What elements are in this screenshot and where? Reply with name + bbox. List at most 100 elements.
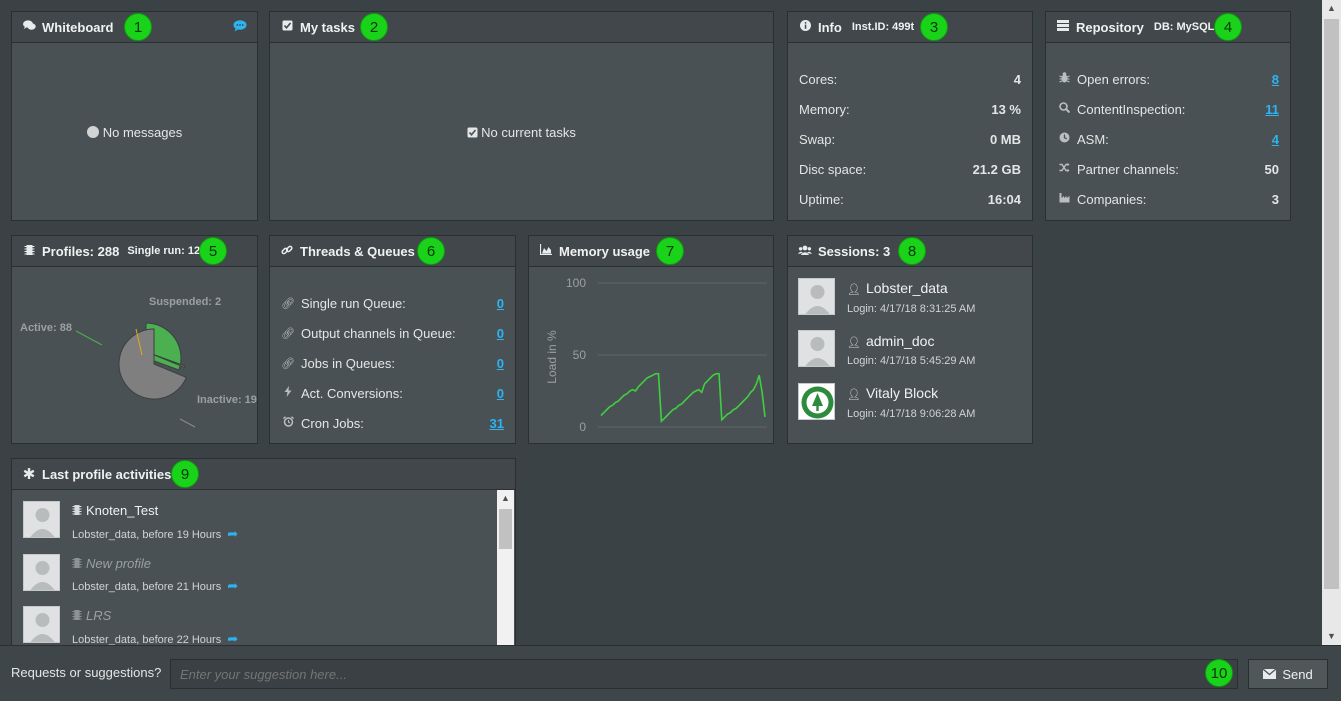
single-run-queue-link[interactable]: 0 [497,296,504,311]
industry-icon [1057,192,1071,206]
alarm-icon [281,416,295,430]
send-label: Send [1282,666,1313,682]
session-user-name: Vitaly Block [865,385,939,401]
checkbox-icon [280,20,294,34]
session-user: 👤︎ Vitaly Block [847,385,938,401]
memory-header: Memory usage [529,236,773,267]
session-user-name: admin_doc [865,333,935,349]
tasks-header: My tasks [270,12,773,43]
info-row-swap: Swap: 0 MB [799,124,1021,154]
memory-title: Memory usage [559,243,651,259]
new-message-icon[interactable] [233,19,247,35]
row-value: 4 [1013,71,1021,87]
users-icon [798,245,812,258]
marker-badge-3: 3 [920,13,948,41]
pie-slice-label: Suspended: 2 [149,296,221,308]
asterisk-icon: ✱ [22,466,36,483]
area-chart-icon [539,244,553,258]
memory-y-axis-label: Load in % [545,330,559,384]
memory-y-tick-label: 100 [566,276,586,290]
repository-title: Repository [1076,19,1144,35]
pie-leader-line [179,418,196,428]
activity-title: LRS [86,608,112,623]
row-label: Swap: [799,131,836,147]
row-label: Disc space: [799,161,867,177]
info-instance-id: Inst.ID: 499t [851,21,915,33]
send-button[interactable]: Send [1248,659,1328,689]
threads-row-jobs: 🔗︎ Jobs in Queues: 0 [281,348,504,378]
bolt-icon [281,386,295,400]
activity-item[interactable]: LRS [72,608,111,624]
activity-meta: Lobster_data, before 21 Hours ➦ [72,578,238,594]
activities-header: ✱ Last profile activities [12,459,515,490]
avatar [798,278,835,315]
chip-icon [22,244,36,259]
row-label: Uptime: [799,191,844,207]
repo-row-content-inspection: ContentInspection: 11 [1057,94,1279,124]
memory-y-tick-label: 50 [573,348,587,362]
link-icon: 🔗︎ [281,327,295,340]
row-label: Cron Jobs: [301,415,364,431]
repository-panel: Repository DB: MySQL Open errors: 8 Conte… [1045,11,1291,221]
link-icon: 🔗︎ [281,297,295,310]
activities-title: Last profile activities [42,466,172,482]
cron-jobs-link[interactable]: 31 [490,416,504,431]
tasks-empty: No current tasks [270,125,773,141]
profiles-single-run: Single run: 12 [127,245,201,257]
row-value: 0 MB [989,131,1021,147]
scroll-down-arrow[interactable]: ▼ [1322,628,1341,645]
activity-item[interactable]: New profile [72,556,151,572]
comments-icon [22,20,36,34]
whiteboard-empty-text: No messages [102,125,183,140]
info-row-disc-space: Disc space: 21.2 GB [799,154,1021,184]
threads-panel: Threads & Queues 🔗︎ Single run Queue: 0 🔗︎… [269,235,516,444]
row-label: Memory: [799,101,850,117]
share-icon[interactable]: ➦ [227,578,238,593]
profiles-title: Profiles: 288 [42,243,120,259]
marker-badge-8: 8 [898,237,926,265]
marker-badge-1: 1 [124,13,152,41]
share-icon[interactable]: ➦ [227,631,238,646]
avatar [23,554,60,591]
profiles-panel: Profiles: 288 Single run: 12 Active: 88 S… [11,235,258,444]
session-login-time: Login: 4/17/18 8:31:25 AM [847,303,976,315]
activity-title: Knoten_Test [86,503,159,518]
marker-badge-9: 9 [171,460,199,488]
row-value: 50 [1264,161,1279,177]
info-row-memory: Memory: 13 % [799,94,1021,124]
session-user: 👤︎ admin_doc [847,333,934,349]
repository-header: Repository DB: MySQL [1046,12,1290,43]
session-login-time: Login: 4/17/18 5:45:29 AM [847,355,976,367]
sessions-title: Sessions: 3 [818,243,891,259]
session-user: 👤︎ Lobster_data [847,280,948,296]
activity-item[interactable]: Knoten_Test [72,503,158,519]
act-conversions-link[interactable]: 0 [497,386,504,401]
open-errors-link[interactable]: 8 [1272,72,1279,87]
bug-icon [1057,72,1071,86]
scroll-up-arrow[interactable]: ▲ [1322,0,1341,17]
share-icon[interactable]: ➦ [227,526,238,541]
row-label: ContentInspection: [1077,101,1186,117]
scroll-up-arrow[interactable]: ▲ [497,490,514,507]
activities-list: Knoten_Test Lobster_data, before 19 Hour… [12,490,497,647]
scroll-thumb[interactable] [1324,19,1339,589]
jobs-in-queues-link[interactable]: 0 [497,356,504,371]
marker-badge-6: 6 [417,237,445,265]
user-icon: 👤︎ [847,389,861,401]
pie-slice-label: Inactive: 198 [197,394,257,406]
row-label: Open errors: [1077,71,1150,87]
page-scrollbar[interactable]: ▲ ▼ [1322,0,1341,645]
output-channels-link[interactable]: 0 [497,326,504,341]
tasks-panel: My tasks No current tasks [269,11,774,221]
threads-row-single-run: 🔗︎ Single run Queue: 0 [281,288,504,318]
activity-sub: Lobster_data, before 19 Hours [72,529,222,541]
asm-link[interactable]: 4 [1272,132,1279,147]
suggestion-input[interactable] [170,659,1238,689]
row-label: Companies: [1077,191,1147,207]
link-icon: 🔗︎ [281,357,295,370]
activities-scrollbar[interactable]: ▲ [497,490,514,647]
chip-icon [72,557,82,572]
content-inspection-link[interactable]: 11 [1265,102,1279,117]
pie-leader-line [75,330,103,346]
scroll-thumb[interactable] [499,509,512,549]
